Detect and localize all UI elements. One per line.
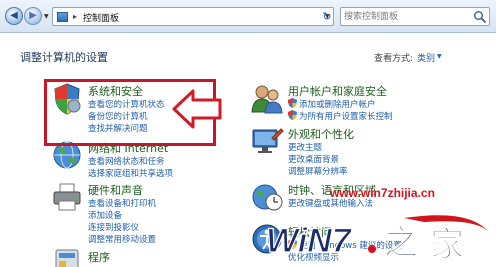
category-hardware-sound-title[interactable]: 硬件和声音	[88, 182, 143, 198]
link-connect-projector[interactable]: 连接到投影仪	[88, 221, 139, 233]
uac-shield-icon	[288, 110, 297, 120]
breadcrumb[interactable]: ▸ 控制面板 ▼	[52, 7, 334, 26]
category-user-accounts-title[interactable]: 用户帐户和家庭安全	[288, 83, 387, 99]
link-parental-controls[interactable]: 为所有用户设置家长控制	[288, 110, 393, 122]
link-mobility-settings[interactable]: 调整常用移动设置	[88, 233, 156, 245]
link-devices-printers[interactable]: 查看设备和打印机	[88, 197, 156, 209]
programs-icon[interactable]	[50, 244, 84, 267]
link-network-status[interactable]: 查看网络状态和任务	[88, 155, 165, 167]
watermark-url: www.win7zhijia.cn	[330, 186, 435, 200]
view-by-chevron-icon[interactable]: ▼	[437, 53, 442, 60]
forward-button[interactable]: ▶	[24, 7, 42, 25]
forward-arrow-icon: ▶	[29, 10, 37, 21]
watermark: www.win7zhijia.cn WiN7 之 家	[254, 182, 494, 267]
link-screen-resolution[interactable]: 调整屏幕分辨率	[288, 165, 348, 177]
users-icon[interactable]	[250, 82, 284, 116]
back-button[interactable]: ◀	[5, 7, 23, 25]
category-appearance-title[interactable]: 外观和个性化	[288, 126, 354, 142]
refresh-button[interactable]: ↻	[320, 9, 334, 24]
link-homegroup-sharing[interactable]: 选择家庭组和共享选项	[88, 167, 173, 179]
printer-icon[interactable]	[50, 180, 84, 214]
pointer-arrow-icon	[172, 89, 222, 129]
svg-text:WiN7: WiN7	[266, 222, 353, 260]
view-by-label: 查看方式:	[374, 54, 414, 64]
page-title: 调整计算机的设置	[20, 51, 108, 64]
link-add-remove-accounts-label: 添加或删除用户帐户	[299, 100, 376, 110]
svg-text:之: 之	[384, 223, 418, 263]
back-arrow-icon: ◀	[10, 10, 18, 21]
link-add-remove-accounts[interactable]: 添加或删除用户帐户	[288, 98, 376, 110]
control-panel-icon	[57, 12, 68, 22]
appearance-icon[interactable]	[250, 124, 284, 158]
view-by-dropdown[interactable]: 类别	[417, 51, 435, 64]
link-change-desktop-background[interactable]: 更改桌面背景	[288, 153, 339, 165]
search-input[interactable]	[344, 10, 468, 24]
search-box[interactable]	[340, 7, 490, 26]
recent-pages-dropdown[interactable]: ▼	[44, 13, 49, 20]
win7-logo-icon: WiN7 之 家	[265, 215, 490, 264]
link-change-theme[interactable]: 更改主题	[288, 141, 322, 153]
link-parental-controls-label: 为所有用户设置家长控制	[299, 112, 393, 122]
breadcrumb-separator-icon[interactable]: ▸	[73, 12, 77, 21]
search-icon[interactable]	[473, 10, 487, 24]
address-bar: ◀ ▶ ▼ ▸ 控制面板 ▼ ↻	[0, 0, 496, 33]
uac-shield-icon	[288, 98, 297, 108]
category-programs-title[interactable]: 程序	[88, 249, 110, 265]
link-add-device[interactable]: 添加设备	[88, 209, 122, 221]
svg-text:家: 家	[430, 225, 464, 264]
breadcrumb-control-panel[interactable]: 控制面板	[83, 11, 119, 24]
